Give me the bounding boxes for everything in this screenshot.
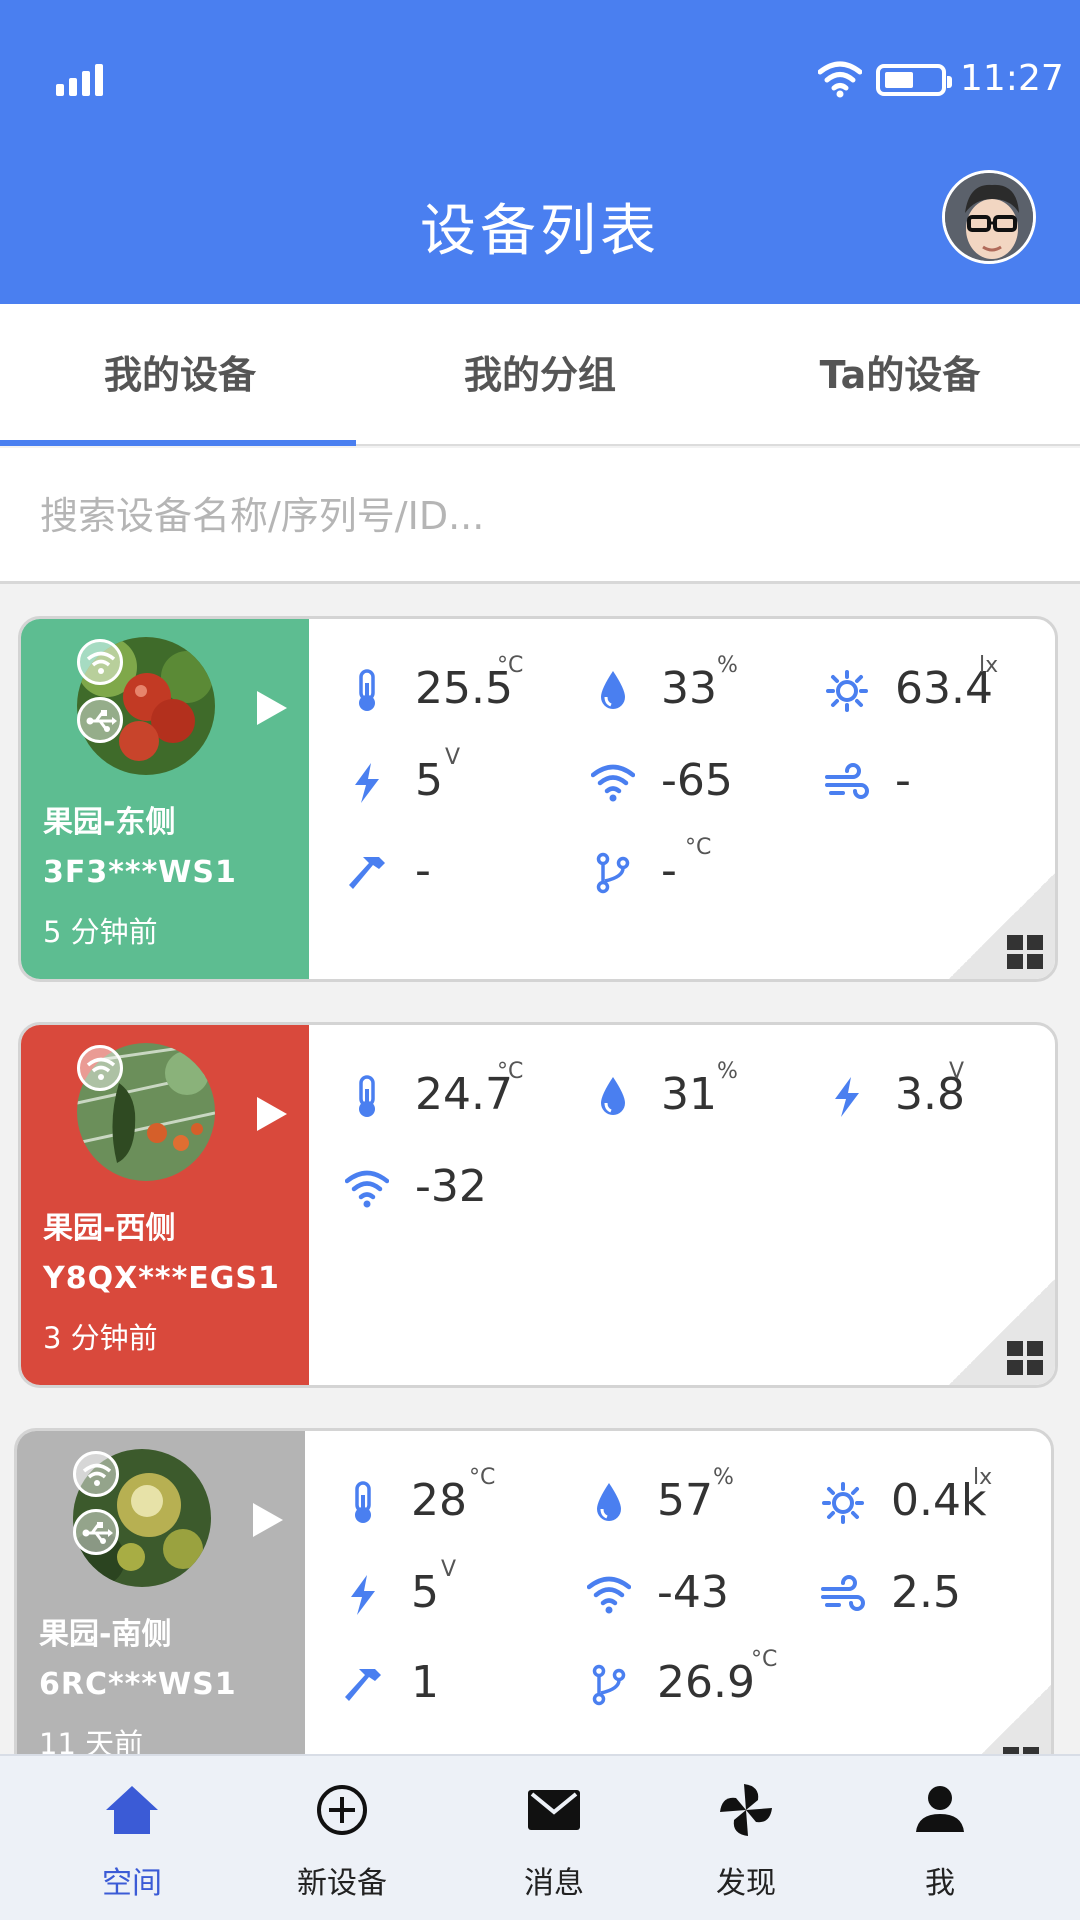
home-icon bbox=[106, 1786, 158, 1834]
device-serial: 6RC***WS1 bbox=[39, 1667, 237, 1702]
grid-icon bbox=[1007, 1341, 1043, 1375]
person-icon bbox=[916, 1786, 964, 1832]
device-readings: 25.5 °C 33 % 63.4 lx 5 V -65 - - - °C bbox=[309, 619, 1055, 979]
nav-messages[interactable]: 消息 bbox=[464, 1756, 644, 1920]
reading-hammer: - bbox=[345, 841, 565, 905]
device-serial: 3F3***WS1 bbox=[43, 855, 237, 890]
hammer-icon bbox=[345, 1669, 381, 1701]
tab-bar: 我的设备 我的分组 Ta的设备 bbox=[0, 304, 1080, 446]
nav-new-device[interactable]: 新设备 bbox=[252, 1756, 432, 1920]
tab-my-devices[interactable]: 我的设备 bbox=[0, 304, 360, 446]
device-card[interactable]: 果园-南侧 6RC***WS1 11 天前 28 °C 57 % 0.4k lx bbox=[14, 1428, 1054, 1794]
device-status-panel: 果园-西侧 Y8QX***EGS1 3 分钟前 bbox=[21, 1025, 309, 1385]
branch-icon bbox=[596, 852, 630, 894]
lightning-icon bbox=[835, 1077, 859, 1117]
usb-badge-icon bbox=[73, 1509, 119, 1555]
search-bar bbox=[0, 448, 1080, 584]
add-circle-icon bbox=[317, 1785, 367, 1835]
device-card[interactable]: 果园-西侧 Y8QX***EGS1 3 分钟前 24.7 °C 31 % 3.8… bbox=[18, 1022, 1058, 1388]
page-title: 设备列表 bbox=[420, 199, 660, 264]
lightning-icon bbox=[351, 1575, 375, 1615]
reading-humidity: 31 % bbox=[591, 1059, 811, 1129]
device-name: 果园-西侧 bbox=[43, 1211, 176, 1246]
mail-icon bbox=[528, 1790, 580, 1830]
reading-temperature: 25.5 °C bbox=[345, 653, 565, 723]
device-name: 果园-南侧 bbox=[39, 1617, 172, 1652]
status-time: 11:27 bbox=[960, 58, 1064, 99]
water-drop-icon bbox=[601, 1077, 625, 1115]
tab-their-devices[interactable]: Ta的设备 bbox=[720, 304, 1080, 446]
sun-icon bbox=[822, 1482, 864, 1524]
nav-me[interactable]: 我 bbox=[850, 1756, 1030, 1920]
water-drop-icon bbox=[601, 671, 625, 709]
avatar[interactable] bbox=[942, 170, 1036, 264]
water-drop-icon bbox=[597, 1483, 621, 1521]
card-corner[interactable] bbox=[947, 1277, 1055, 1385]
reading-humidity: 57 % bbox=[587, 1465, 807, 1535]
pinwheel-icon bbox=[720, 1784, 772, 1836]
play-icon[interactable] bbox=[257, 691, 287, 725]
reading-voltage: 5 V bbox=[345, 745, 565, 815]
nav-discover[interactable]: 发现 bbox=[656, 1756, 836, 1920]
play-icon[interactable] bbox=[257, 1097, 287, 1131]
device-status-panel: 果园-南侧 6RC***WS1 11 天前 bbox=[17, 1431, 305, 1791]
reading-wind: 2.5 bbox=[821, 1563, 1041, 1627]
thermometer-icon bbox=[359, 669, 375, 711]
reading-hammer: 1 bbox=[341, 1653, 561, 1717]
tab-my-groups[interactable]: 我的分组 bbox=[360, 304, 720, 446]
device-card[interactable]: 果园-东侧 3F3***WS1 5 分钟前 25.5 °C 33 % 63.4 … bbox=[18, 616, 1058, 982]
search-input[interactable] bbox=[40, 476, 1040, 556]
reading-probe: 26.9 °C bbox=[587, 1647, 847, 1717]
wifi-icon bbox=[345, 1170, 389, 1208]
device-serial: Y8QX***EGS1 bbox=[43, 1261, 280, 1296]
wifi-badge-icon bbox=[77, 639, 123, 685]
card-corner[interactable] bbox=[947, 871, 1055, 979]
wifi-icon bbox=[591, 764, 635, 802]
play-icon[interactable] bbox=[253, 1503, 283, 1537]
reading-signal: -65 bbox=[591, 751, 811, 815]
wind-icon bbox=[825, 763, 869, 799]
hammer-icon bbox=[349, 857, 385, 889]
reading-humidity: 33 % bbox=[591, 653, 811, 723]
reading-voltage: 3.8 V bbox=[825, 1059, 1045, 1129]
wifi-icon bbox=[587, 1576, 631, 1614]
reading-signal: -43 bbox=[587, 1563, 807, 1627]
app-header: 11:27 设备列表 bbox=[0, 0, 1080, 304]
device-readings: 24.7 °C 31 % 3.8 V -32 bbox=[309, 1025, 1055, 1385]
nav-space[interactable]: 空间 bbox=[42, 1756, 222, 1920]
grid-icon bbox=[1007, 935, 1043, 969]
screen: 11:27 设备列表 我的设备 我的分组 Ta的设备 搜索设备名称/序列号/ID… bbox=[0, 0, 1080, 1920]
reading-light: 63.4 lx bbox=[825, 653, 1045, 723]
wifi-badge-icon bbox=[77, 1045, 123, 1091]
device-readings: 28 °C 57 % 0.4k lx 5 V -43 2.5 1 26.9 °C bbox=[305, 1431, 1051, 1791]
reading-probe: - °C bbox=[591, 835, 811, 905]
reading-light: 0.4k lx bbox=[821, 1465, 1041, 1535]
reading-wind: - bbox=[825, 751, 1045, 815]
lightning-icon bbox=[355, 763, 379, 803]
device-updated: 5 分钟前 bbox=[43, 915, 158, 949]
device-status-panel: 果园-东侧 3F3***WS1 5 分钟前 bbox=[21, 619, 309, 979]
wifi-badge-icon bbox=[73, 1451, 119, 1497]
cell-signal-icon bbox=[56, 64, 103, 96]
usb-badge-icon bbox=[77, 697, 123, 743]
device-updated: 3 分钟前 bbox=[43, 1321, 158, 1355]
status-bar: 11:27 bbox=[0, 0, 1080, 160]
thermometer-icon bbox=[355, 1481, 371, 1523]
sun-icon bbox=[826, 670, 868, 712]
wifi-status-icon bbox=[818, 61, 862, 98]
device-name: 果园-东侧 bbox=[43, 805, 176, 840]
reading-temperature: 24.7 °C bbox=[345, 1059, 565, 1129]
reading-voltage: 5 V bbox=[341, 1557, 561, 1627]
branch-icon bbox=[592, 1664, 626, 1706]
battery-icon bbox=[876, 64, 952, 96]
active-tab-indicator bbox=[0, 440, 356, 446]
bottom-nav: 空间 新设备 消息 发现 我 bbox=[0, 1754, 1080, 1920]
reading-signal: -32 bbox=[345, 1157, 565, 1221]
thermometer-icon bbox=[359, 1075, 375, 1117]
wind-icon bbox=[821, 1575, 865, 1611]
reading-temperature: 28 °C bbox=[341, 1465, 561, 1535]
